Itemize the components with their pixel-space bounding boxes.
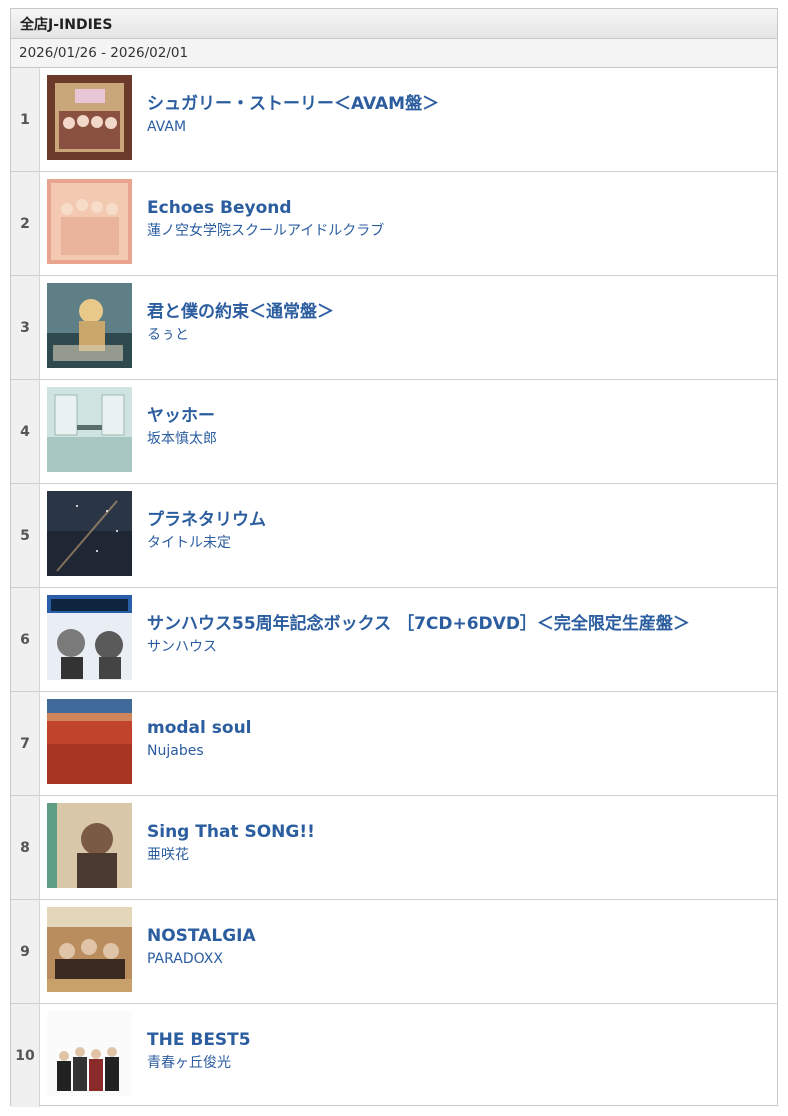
rank-number: 4 bbox=[11, 380, 40, 483]
ranking-row: 8 Sing That SONG!! 亜咲花 bbox=[11, 796, 777, 900]
artist-link[interactable]: 亜咲花 bbox=[147, 844, 767, 866]
ranking-row: 9 NOSTALGIA PARADOXX bbox=[11, 900, 777, 1004]
rank-number: 6 bbox=[11, 588, 40, 691]
rank-number: 8 bbox=[11, 796, 40, 899]
album-cover[interactable] bbox=[47, 179, 132, 264]
rank-number: 1 bbox=[11, 68, 40, 171]
album-title-link[interactable]: ヤッホー bbox=[147, 404, 767, 428]
ranking-row: 2 Echoes Beyond 蓮ノ空女学院スクールアイドルクラブ bbox=[11, 172, 777, 276]
ranking-row: 4 ヤッホー 坂本慎太郎 bbox=[11, 380, 777, 484]
artist-link[interactable]: るぅと bbox=[147, 324, 767, 346]
artist-link[interactable]: 坂本慎太郎 bbox=[147, 428, 767, 450]
ranking-row: 6 サンハウス55周年記念ボックス ［7CD+6DVD］＜完全限定生産盤＞ サン… bbox=[11, 588, 777, 692]
ranking-row: 1 シュガリー・ストーリー＜AVAM盤＞ AVAM bbox=[11, 68, 777, 172]
album-cover[interactable] bbox=[47, 907, 132, 992]
rank-number: 5 bbox=[11, 484, 40, 587]
ranking-row: 7 modal soul Nujabes bbox=[11, 692, 777, 796]
artist-link[interactable]: PARADOXX bbox=[147, 948, 767, 970]
album-cover[interactable] bbox=[47, 387, 132, 472]
album-cover[interactable] bbox=[47, 1011, 132, 1096]
ranking-period: 2026/01/26 - 2026/02/01 bbox=[11, 39, 777, 68]
album-cover[interactable] bbox=[47, 803, 132, 888]
artist-link[interactable]: AVAM bbox=[147, 116, 767, 138]
album-title-link[interactable]: シュガリー・ストーリー＜AVAM盤＞ bbox=[147, 92, 767, 116]
ranking-panel: 全店J-INDIES 2026/01/26 - 2026/02/01 1 シュガ… bbox=[10, 8, 778, 1107]
album-title-link[interactable]: 君と僕の約束＜通常盤＞ bbox=[147, 300, 767, 324]
album-cover[interactable] bbox=[47, 595, 132, 680]
album-title-link[interactable]: THE BEST5 bbox=[147, 1028, 767, 1052]
album-cover[interactable] bbox=[47, 283, 132, 368]
ranking-row: 5 プラネタリウム タイトル未定 bbox=[11, 484, 777, 588]
artist-link[interactable]: Nujabes bbox=[147, 740, 767, 762]
rank-number: 3 bbox=[11, 276, 40, 379]
rank-number: 10 bbox=[11, 1004, 40, 1107]
ranking-header: 全店J-INDIES bbox=[11, 9, 777, 39]
artist-link[interactable]: サンハウス bbox=[147, 636, 767, 658]
artist-link[interactable]: タイトル未定 bbox=[147, 532, 767, 554]
album-cover[interactable] bbox=[47, 491, 132, 576]
album-title-link[interactable]: Sing That SONG!! bbox=[147, 820, 767, 844]
rank-number: 9 bbox=[11, 900, 40, 1003]
artist-link[interactable]: 青春ヶ丘俊光 bbox=[147, 1052, 767, 1074]
album-cover[interactable] bbox=[47, 75, 132, 160]
album-title-link[interactable]: サンハウス55周年記念ボックス ［7CD+6DVD］＜完全限定生産盤＞ bbox=[147, 612, 767, 636]
album-title-link[interactable]: modal soul bbox=[147, 716, 767, 740]
album-title-link[interactable]: プラネタリウム bbox=[147, 508, 767, 532]
album-title-link[interactable]: Echoes Beyond bbox=[147, 196, 767, 220]
rank-number: 7 bbox=[11, 692, 40, 795]
artist-link[interactable]: 蓮ノ空女学院スクールアイドルクラブ bbox=[147, 220, 767, 242]
rank-number: 2 bbox=[11, 172, 40, 275]
ranking-list: 1 シュガリー・ストーリー＜AVAM盤＞ AVAM 2 Echoes Beyon… bbox=[11, 68, 777, 1107]
album-cover[interactable] bbox=[47, 699, 132, 784]
ranking-row: 3 君と僕の約束＜通常盤＞ るぅと bbox=[11, 276, 777, 380]
ranking-row: 10 THE BEST5 青春ヶ丘俊光 bbox=[11, 1004, 777, 1107]
album-title-link[interactable]: NOSTALGIA bbox=[147, 924, 767, 948]
